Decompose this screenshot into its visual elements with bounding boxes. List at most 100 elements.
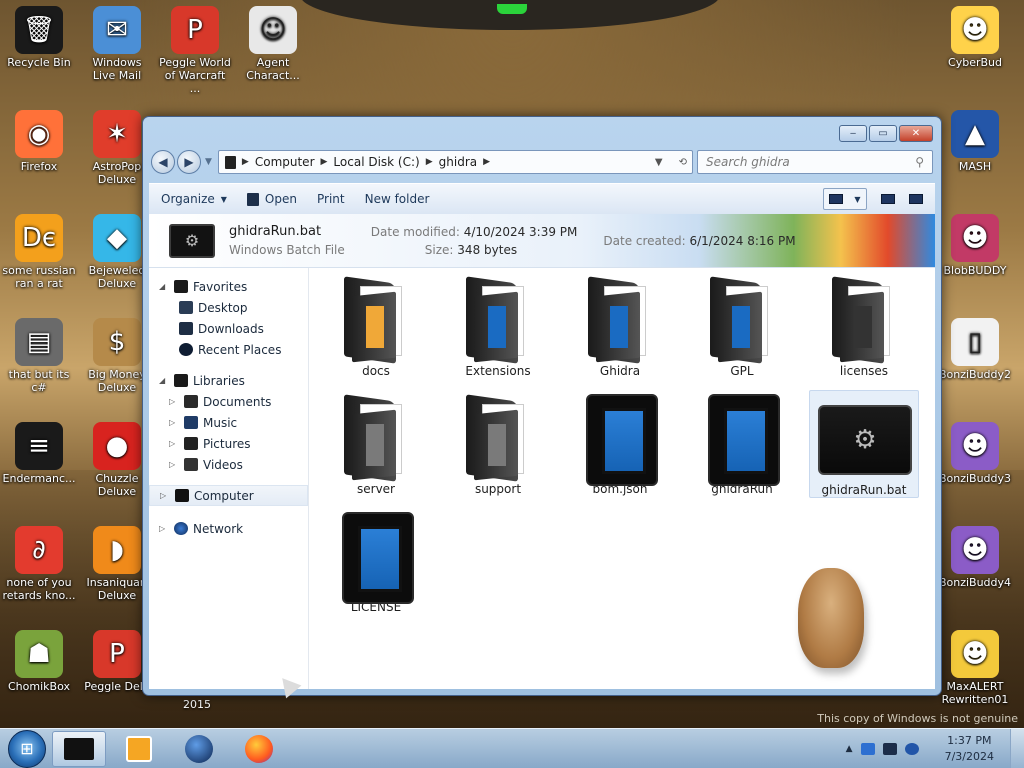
change-view-button[interactable]: ▼ (823, 188, 867, 210)
tray-display-icon[interactable] (882, 742, 897, 755)
desktop-icon-1[interactable]: ✉ Windows Live Mail (80, 6, 154, 82)
organize-button[interactable]: Organize ▼ (161, 192, 227, 206)
taskbar-explorer[interactable] (52, 730, 106, 767)
desktop-icon-6[interactable]: Dє some russian ran a rat (2, 214, 76, 290)
window-controls: ‒ ▭ ✕ (839, 125, 933, 142)
chevron-right-icon[interactable]: ▶ (483, 157, 490, 167)
nav-desktop[interactable]: Desktop (149, 297, 308, 318)
search-icon[interactable]: ⚲ (915, 155, 924, 169)
folder-item[interactable]: support (443, 390, 553, 496)
tray-app-icon[interactable] (860, 742, 875, 755)
refresh-icon[interactable]: ⟲ (674, 157, 692, 168)
minimize-button[interactable]: ‒ (839, 125, 867, 142)
search-input[interactable]: Search ghidra (706, 155, 915, 169)
command-bar: Organize ▼ Open Print New folder ▼ (149, 183, 935, 214)
chevron-right-icon[interactable]: ▶ (321, 157, 328, 167)
file-item[interactable]: ⚙ ghidraRun.bat (809, 390, 919, 498)
desktop-icon-right-0[interactable]: ☻ CyberBud (938, 6, 1012, 69)
nav-recent-places[interactable]: Recent Places (149, 339, 308, 360)
expand-triangle-icon[interactable]: ◢ (159, 282, 169, 291)
size-label: Size: (424, 242, 454, 257)
taskbar-media-player[interactable] (112, 731, 166, 767)
collapse-triangle-icon[interactable]: ▷ (169, 418, 179, 427)
nav-music[interactable]: ▷ Music (149, 412, 308, 433)
desktop-icon-right-1[interactable]: ▲ MASH (938, 110, 1012, 173)
nav-favorites[interactable]: ◢ Favorites (149, 276, 308, 297)
collapse-triangle-icon[interactable]: ▷ (169, 397, 179, 406)
folder-item[interactable]: Ghidra (565, 272, 675, 378)
chevron-right-icon[interactable]: ▶ (426, 157, 433, 167)
desktop-icon-14[interactable]: ☗ ChomikBox (2, 630, 76, 693)
address-dropdown-icon[interactable]: ▼ (650, 157, 668, 168)
nav-downloads[interactable]: Downloads (149, 318, 308, 339)
search-box[interactable]: Search ghidra ⚲ (697, 150, 933, 174)
breadcrumb-local-disk[interactable]: Local Disk (C:) (333, 155, 419, 169)
breadcrumb-computer[interactable]: Computer (255, 155, 315, 169)
collapse-triangle-icon[interactable]: ▷ (169, 460, 179, 469)
folder-item[interactable]: Extensions (443, 272, 553, 378)
nav-computer[interactable]: ▷ Computer (149, 485, 308, 506)
close-button[interactable]: ✕ (899, 125, 933, 142)
back-button[interactable]: ◀ (151, 150, 175, 174)
file-item[interactable]: LICENSE (321, 508, 431, 614)
desktop-icon-0[interactable]: 🗑 Recycle Bin (2, 6, 76, 69)
maxalert-icon: ☻ (951, 630, 999, 678)
firefox-icon: ◉ (15, 110, 63, 158)
tray-network-icon[interactable] (904, 742, 919, 755)
address-bar[interactable]: ▶ Computer ▶ Local Disk (C:) ▶ ghidra ▶ … (217, 150, 693, 174)
computer-label: Computer (194, 488, 254, 503)
desktop-icon-label: Peggle World of Warcraft ... (159, 56, 231, 95)
desktop-icon-2[interactable]: P Peggle World of Warcraft ... (158, 6, 232, 95)
file-item[interactable]: ghidraRun (687, 390, 797, 496)
folder-item[interactable]: server (321, 390, 431, 496)
forward-button[interactable]: ▶ (177, 150, 201, 174)
maximize-button[interactable]: ▭ (869, 125, 897, 142)
computer-icon (175, 489, 189, 502)
nav-network[interactable]: ▷ Network (149, 518, 308, 539)
show-desktop-button[interactable] (1010, 729, 1024, 768)
desktop-icon-3[interactable]: ☺ Agent Charact... (236, 6, 310, 82)
folder-item[interactable]: docs (321, 272, 431, 378)
nav-libraries[interactable]: ◢ Libraries (149, 370, 308, 391)
music-label: Music (203, 415, 238, 430)
file-item[interactable]: bom.json (565, 390, 675, 496)
nav-videos[interactable]: ▷ Videos (149, 454, 308, 475)
tray-overflow-button[interactable]: ▲ (846, 744, 853, 754)
help-icon[interactable] (909, 194, 923, 204)
new-folder-button[interactable]: New folder (365, 192, 430, 206)
print-button[interactable]: Print (317, 192, 345, 206)
collapse-triangle-icon[interactable]: ▷ (160, 491, 170, 500)
recent-places-label: Recent Places (198, 342, 282, 357)
open-button[interactable]: Open (246, 192, 297, 206)
taskbar: ⊞ ▲ 1:37 PM 7/3/2024 (0, 728, 1024, 768)
desktop-icon-right-4[interactable]: ☻ BonziBuddy3 (938, 422, 1012, 485)
file-icon (704, 394, 780, 486)
desktop-icon-4[interactable]: ◉ Firefox (2, 110, 76, 173)
desktop-year-label: 2015 (183, 698, 211, 711)
desktop-icon-right-5[interactable]: ☻ BonziBuddy4 (938, 526, 1012, 589)
recent-pages-dropdown[interactable]: ▼ (205, 157, 212, 167)
desktop-icon-right-3[interactable]: ▯ BonziBuddy2 (938, 318, 1012, 381)
desktop-icon-right-6[interactable]: ☻ MaxALERT Rewritten01 (938, 630, 1012, 706)
taskbar-globe[interactable] (172, 731, 226, 767)
clock[interactable]: 1:37 PM 7/3/2024 (945, 733, 994, 765)
firefox-icon (245, 734, 273, 763)
chevron-right-icon[interactable]: ▶ (242, 157, 249, 167)
expand-triangle-icon[interactable]: ◢ (159, 376, 169, 385)
folder-item[interactable]: GPL (687, 272, 797, 378)
breadcrumb-ghidra[interactable]: ghidra (439, 155, 477, 169)
preview-pane-icon[interactable] (881, 194, 895, 204)
taskbar-firefox[interactable] (232, 731, 286, 767)
nav-pictures[interactable]: ▷ Pictures (149, 433, 308, 454)
desktop-icon-right-2[interactable]: ☻ BlobBUDDY (938, 214, 1012, 277)
desktop-icon-12[interactable]: ∂ none of you retards kno... (2, 526, 76, 602)
desktop-icon-10[interactable]: ≡ Endermanc... (2, 422, 76, 485)
start-button[interactable]: ⊞ (8, 729, 46, 768)
desktop-icon-8[interactable]: ▤ that but its c# (2, 318, 76, 394)
collapse-triangle-icon[interactable]: ▷ (169, 439, 179, 448)
hamster-desktop-pet[interactable] (798, 568, 864, 668)
nav-documents[interactable]: ▷ Documents (149, 391, 308, 412)
folder-item[interactable]: licenses (809, 272, 919, 378)
collapse-triangle-icon[interactable]: ▷ (159, 524, 169, 533)
desktop-icon-label: MASH (958, 160, 992, 173)
